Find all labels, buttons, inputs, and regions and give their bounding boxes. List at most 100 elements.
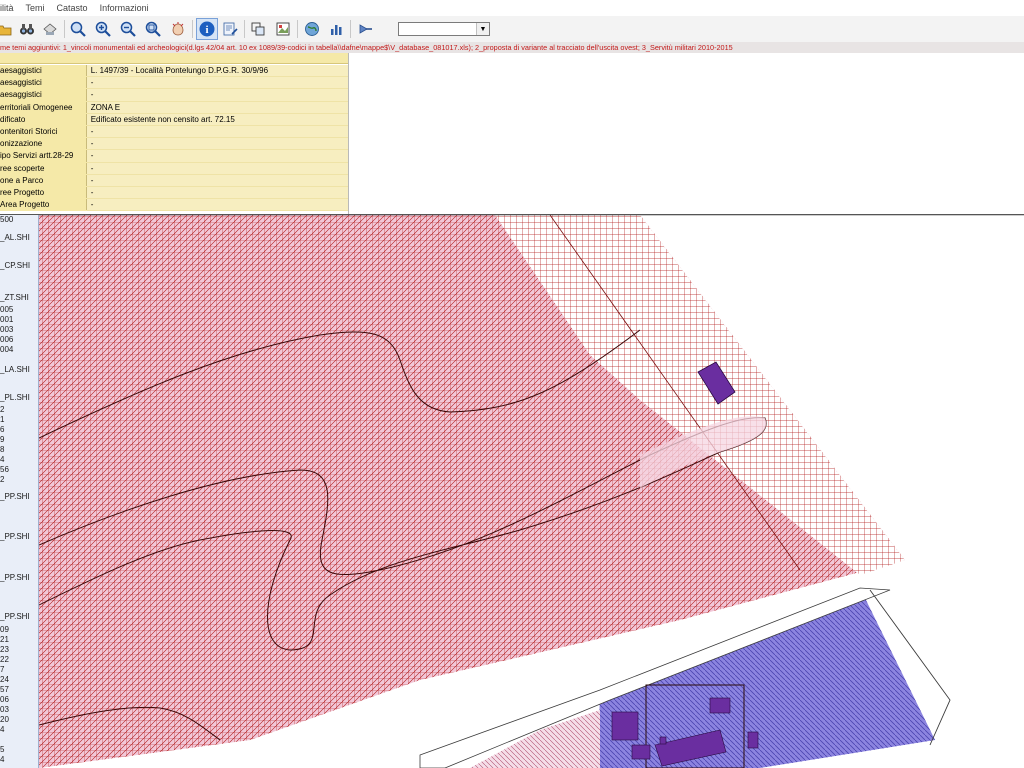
pan-hand-icon[interactable] bbox=[168, 19, 188, 39]
attribute-key: erritoriali Omogenee bbox=[0, 101, 87, 114]
legend-entry[interactable]: 1 bbox=[0, 415, 4, 424]
edit-doc-icon[interactable] bbox=[220, 19, 240, 39]
layers-icon[interactable] bbox=[248, 19, 268, 39]
attribute-value: L. 1497/39 - Località Pontelungo D.P.G.R… bbox=[86, 65, 348, 78]
attribute-row[interactable]: one a Parco - bbox=[0, 174, 348, 187]
legend-entry[interactable]: 8 bbox=[0, 445, 4, 454]
legend-entry[interactable]: 4 bbox=[0, 455, 4, 464]
legend-entry[interactable]: _PL.SHI bbox=[0, 393, 30, 402]
legend-entry[interactable]: _PP.SHI bbox=[0, 573, 30, 582]
attribute-value: - bbox=[86, 76, 348, 90]
attribute-row[interactable]: Area Progetto - bbox=[0, 198, 348, 212]
attribute-value: Edificato esistente non censito art. 72.… bbox=[86, 113, 348, 126]
legend-entry[interactable]: 5 bbox=[0, 745, 4, 754]
building[interactable] bbox=[747, 731, 759, 749]
legend-entry[interactable]: 005 bbox=[0, 305, 13, 314]
attribute-row[interactable]: erritoriali Omogenee ZONA E bbox=[0, 101, 348, 114]
attribute-row[interactable]: aesaggistici - bbox=[0, 76, 348, 90]
attribute-row[interactable]: dificato Edificato esistente non censito … bbox=[0, 113, 348, 126]
panel-divider[interactable] bbox=[348, 53, 349, 214]
globe-icon[interactable] bbox=[302, 19, 322, 39]
legend-entry[interactable]: 21 bbox=[0, 635, 9, 644]
chevron-down-icon[interactable]: ▼ bbox=[476, 23, 489, 35]
attribute-key: ipo Servizi artt.28-29 bbox=[0, 149, 87, 163]
legend-entry[interactable]: 7 bbox=[0, 665, 4, 674]
legend-entry[interactable]: 4 bbox=[0, 755, 4, 764]
zoom-window-icon[interactable] bbox=[143, 19, 163, 39]
legend-entry[interactable]: 57 bbox=[0, 685, 9, 694]
legend-panel: 500 _AL.SHI _CP.SHI _ZT.SHI 005 001 003 006 004 _… bbox=[0, 215, 39, 768]
legend-entry[interactable]: 003 bbox=[0, 325, 13, 334]
legend-entry[interactable]: 001 bbox=[0, 315, 13, 324]
legend-entry[interactable]: 20 bbox=[0, 715, 9, 724]
legend-entry[interactable]: _PP.SHI bbox=[0, 492, 30, 501]
building[interactable] bbox=[611, 711, 639, 741]
info-icon[interactable]: i bbox=[196, 18, 218, 40]
attribute-row[interactable]: ontenitori Storici - bbox=[0, 125, 348, 139]
layer-select[interactable]: ▼ bbox=[398, 22, 490, 36]
menu-item-informazioni[interactable]: Informazioni bbox=[100, 3, 149, 13]
legend-entry[interactable]: 2 bbox=[0, 475, 4, 484]
legend-entry[interactable]: _PP.SHI bbox=[0, 612, 30, 621]
attribute-key: dificato bbox=[0, 113, 87, 126]
attribute-row[interactable]: ipo Servizi artt.28-29- bbox=[0, 149, 348, 163]
legend-entry[interactable]: 56 bbox=[0, 465, 9, 474]
attribute-value: - bbox=[86, 149, 348, 163]
legend-entry[interactable]: 22 bbox=[0, 655, 9, 664]
attribute-value: ZONA E bbox=[86, 101, 348, 114]
legend-entry[interactable]: 06 bbox=[0, 695, 9, 704]
legend-entry[interactable]: 4 bbox=[0, 725, 4, 734]
attribute-key: aesaggistici bbox=[0, 76, 87, 90]
themes-bar: me temi aggiuntivi: 1_vincoli monumental… bbox=[0, 42, 1024, 53]
attribute-row[interactable]: onizzazione - bbox=[0, 137, 348, 151]
attribute-row[interactable]: ree scoperte - bbox=[0, 162, 348, 175]
attribute-row[interactable]: ree Progetto - bbox=[0, 186, 348, 200]
attribute-table-header bbox=[0, 53, 348, 64]
legend-entry[interactable]: 9 bbox=[0, 435, 4, 444]
attribute-value: - bbox=[86, 162, 348, 175]
attribute-value: - bbox=[86, 186, 348, 200]
zoom-icon[interactable] bbox=[68, 19, 88, 39]
binoculars-icon[interactable] bbox=[17, 19, 37, 39]
chart-icon[interactable] bbox=[326, 19, 346, 39]
map-canvas[interactable] bbox=[38, 214, 1024, 768]
legend-entry[interactable]: _PP.SHI bbox=[0, 532, 30, 541]
legend-entry[interactable]: 09 bbox=[0, 625, 9, 634]
attribute-value: - bbox=[86, 88, 348, 102]
zoom-in-icon[interactable] bbox=[93, 19, 113, 39]
attribute-value: - bbox=[86, 125, 348, 139]
legend-entry[interactable]: 006 bbox=[0, 335, 13, 344]
legend-entry[interactable]: 24 bbox=[0, 675, 9, 684]
attribute-key: aesaggistici bbox=[0, 88, 87, 102]
attribute-key: Area Progetto bbox=[0, 198, 87, 212]
print-icon[interactable] bbox=[40, 19, 60, 39]
attribute-key: ree Progetto bbox=[0, 186, 87, 200]
attribute-key: ontenitori Storici bbox=[0, 125, 87, 139]
menu-item-temi[interactable]: Temi bbox=[26, 3, 45, 13]
building[interactable] bbox=[631, 744, 651, 760]
legend-entry[interactable]: _ZT.SHI bbox=[0, 293, 29, 302]
attribute-key: ree scoperte bbox=[0, 162, 87, 175]
svg-text:i: i bbox=[205, 24, 208, 36]
building[interactable] bbox=[659, 736, 667, 745]
arrow-tool-icon[interactable] bbox=[356, 19, 376, 39]
zoom-out-icon[interactable] bbox=[118, 19, 138, 39]
legend-entry[interactable]: 6 bbox=[0, 425, 4, 434]
legend-entry[interactable]: _AL.SHI bbox=[0, 233, 30, 242]
image-icon[interactable] bbox=[273, 19, 293, 39]
menu-bar: ilità Temi Catasto Informazioni bbox=[0, 0, 1024, 16]
legend-entry[interactable]: 03 bbox=[0, 705, 9, 714]
legend-entry[interactable]: 500 bbox=[0, 215, 13, 224]
legend-entry[interactable]: 2 bbox=[0, 405, 4, 414]
building[interactable] bbox=[709, 697, 731, 714]
menu-item-utilita[interactable]: ilità bbox=[0, 3, 14, 13]
legend-entry[interactable]: 23 bbox=[0, 645, 9, 654]
attribute-row[interactable]: aesaggistici L. 1497/39 - Località Pontel… bbox=[0, 65, 348, 78]
attribute-row[interactable]: aesaggistici - bbox=[0, 88, 348, 102]
folder-icon[interactable] bbox=[0, 19, 14, 39]
map-view[interactable] bbox=[38, 214, 1024, 768]
legend-entry[interactable]: _LA.SHI bbox=[0, 365, 30, 374]
legend-entry[interactable]: _CP.SHI bbox=[0, 261, 30, 270]
menu-item-catasto[interactable]: Catasto bbox=[57, 3, 88, 13]
legend-entry[interactable]: 004 bbox=[0, 345, 13, 354]
